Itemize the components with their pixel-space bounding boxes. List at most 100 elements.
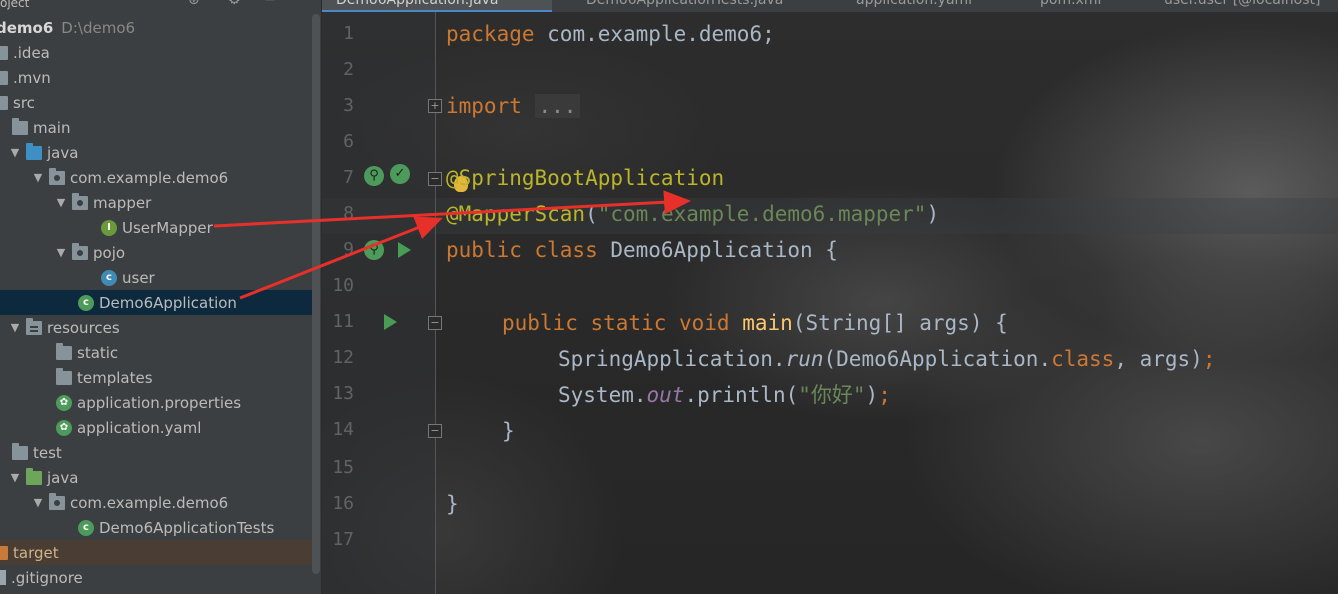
folder-icon (0, 95, 8, 110)
spring-config-icon: ✿ (56, 394, 72, 411)
tree-item-mvn[interactable]: .mvn (0, 65, 320, 90)
tree-item-label: static (77, 343, 119, 362)
tree-item-gitignore[interactable]: .gitignore (0, 565, 320, 590)
settings-icon[interactable]: ⚙ (228, 0, 241, 7)
tree-item-src[interactable]: src (0, 90, 320, 115)
package-icon (49, 492, 65, 510)
tab-label: application.yaml (856, 0, 973, 8)
line-number: 9 (343, 239, 354, 260)
test-folder-icon (26, 467, 42, 485)
fold-collapse-icon[interactable]: − (428, 172, 442, 186)
line-number: 7 (343, 167, 354, 188)
tree-item-usermapper[interactable]: I UserMapper (0, 215, 320, 240)
tree-item-main[interactable]: main (0, 115, 320, 140)
locate-icon[interactable]: ⊕ (188, 0, 200, 7)
tree-root[interactable]: demo6 D:\demo6 (0, 15, 320, 40)
tree-item-mapper[interactable]: ▼ mapper (0, 190, 320, 215)
run-icon[interactable] (398, 242, 411, 258)
spring-bean-icon[interactable]: ⚲ (364, 240, 384, 260)
class-icon: c (101, 269, 117, 286)
tab-application-yaml[interactable]: application.yaml (822, 0, 992, 12)
tree-item-resources[interactable]: ▼ resources (0, 315, 320, 340)
code-editor[interactable]: 1 2 3 6 7 8 9 10 11 12 13 14 15 16 17 ⚲ … (322, 12, 1338, 594)
package-icon (72, 242, 88, 260)
folder-icon (56, 342, 72, 360)
tab-label: Demo6ApplicationTests.java (586, 0, 784, 8)
tree-item-label: application.yaml (77, 418, 202, 437)
spring-bean-icon[interactable]: ⚲ (364, 166, 384, 186)
tab-demo6applicationtests[interactable]: Demo6ApplicationTests.java (556, 0, 816, 12)
tree-root-label: demo6 (0, 18, 54, 37)
tree-item-label: resources (47, 318, 120, 337)
tree-item-target[interactable]: target (0, 540, 320, 565)
code-line-7: @SpringBootApplication (446, 166, 725, 190)
tab-label: pom.xml (1040, 0, 1102, 8)
tree-item-label: target (13, 543, 59, 562)
tree-item-label: mapper (93, 193, 152, 212)
spring-config-icon: ✿ (56, 419, 72, 436)
tree-item-label: UserMapper (122, 218, 213, 237)
hide-icon[interactable]: − (264, 0, 276, 7)
tree-item-demo6applicationtests[interactable]: c Demo6ApplicationTests (0, 515, 320, 540)
tree-item-test[interactable]: test (0, 440, 320, 465)
line-number: 6 (343, 131, 354, 152)
tree-item-application-yaml[interactable]: ✿ application.yaml (0, 415, 320, 440)
tree-scrollbar[interactable] (312, 14, 320, 574)
tree-item-user[interactable]: c user (0, 265, 320, 290)
resources-folder-icon (26, 317, 42, 335)
tree-item-templates[interactable]: templates (0, 365, 320, 390)
tree-item-label: templates (77, 368, 153, 387)
folder-icon (56, 367, 72, 385)
line-number: 2 (343, 59, 354, 80)
chevron-down-icon[interactable]: ▼ (31, 496, 45, 509)
fold-collapse-icon[interactable]: − (428, 316, 442, 330)
folder-icon (0, 70, 8, 85)
tab-user-table[interactable]: user.user [@localhost] (1140, 0, 1338, 12)
tree-item-label: com.example.demo6 (70, 493, 229, 512)
run-icon[interactable] (384, 314, 397, 330)
project-header-label: oject (0, 0, 30, 10)
code-line-16: } (446, 492, 459, 516)
chevron-down-icon[interactable]: ▼ (54, 196, 68, 209)
tab-demo6application[interactable]: Demo6Application.java (322, 0, 552, 12)
tree-item-demo6application[interactable]: c Demo6Application (0, 290, 320, 315)
tab-label: user.user [@localhost] (1164, 0, 1321, 8)
code-line-14: } (502, 419, 515, 443)
folder-icon (12, 117, 28, 135)
tree-item-application-properties[interactable]: ✿ application.properties (0, 390, 320, 415)
tree-item-label: .mvn (13, 68, 51, 87)
fold-expand-icon[interactable]: + (428, 99, 442, 113)
folder-icon (12, 442, 28, 460)
tree-item-java-main[interactable]: ▼ java (0, 140, 320, 165)
code-line-8: @MapperScan("com.example.demo6.mapper") (446, 202, 940, 226)
tree-item-label: main (33, 118, 71, 137)
spring-boot-class-icon: c (78, 294, 94, 311)
chevron-down-icon[interactable]: ▼ (8, 146, 22, 159)
package-icon (49, 167, 65, 185)
code-line-3: import ... (446, 93, 581, 119)
interface-icon: I (101, 219, 117, 236)
project-header: oject ⊕ ⚙ − (0, 0, 321, 12)
tree-item-label: Demo6ApplicationTests (99, 518, 275, 537)
spring-boot-icon[interactable]: ✓ (390, 164, 410, 184)
fold-end-icon[interactable]: − (428, 424, 442, 438)
chevron-down-icon[interactable]: ▼ (54, 246, 68, 259)
chevron-down-icon[interactable]: ▼ (31, 171, 45, 184)
folded-imports[interactable]: ... (534, 94, 581, 118)
tree-item-test-package[interactable]: ▼ com.example.demo6 (0, 490, 320, 515)
tree-item-package[interactable]: ▼ com.example.demo6 (0, 165, 320, 190)
line-number: 13 (332, 383, 354, 404)
line-number: 16 (332, 493, 354, 514)
tree-item-label: java (47, 468, 79, 487)
chevron-down-icon[interactable]: ▼ (8, 471, 22, 484)
tree-root-path: D:\demo6 (61, 18, 136, 37)
tree-item-java-test[interactable]: ▼ java (0, 465, 320, 490)
tree-item-pojo[interactable]: ▼ pojo (0, 240, 320, 265)
tab-pom-xml[interactable]: pom.xml (1010, 0, 1140, 12)
chevron-down-icon[interactable]: ▼ (8, 321, 22, 334)
source-folder-icon (26, 142, 42, 160)
tree-item-static[interactable]: static (0, 340, 320, 365)
line-number: 14 (332, 419, 354, 440)
tree-item-idea[interactable]: .idea (0, 40, 320, 65)
tab-label: Demo6Application.java (336, 0, 499, 8)
